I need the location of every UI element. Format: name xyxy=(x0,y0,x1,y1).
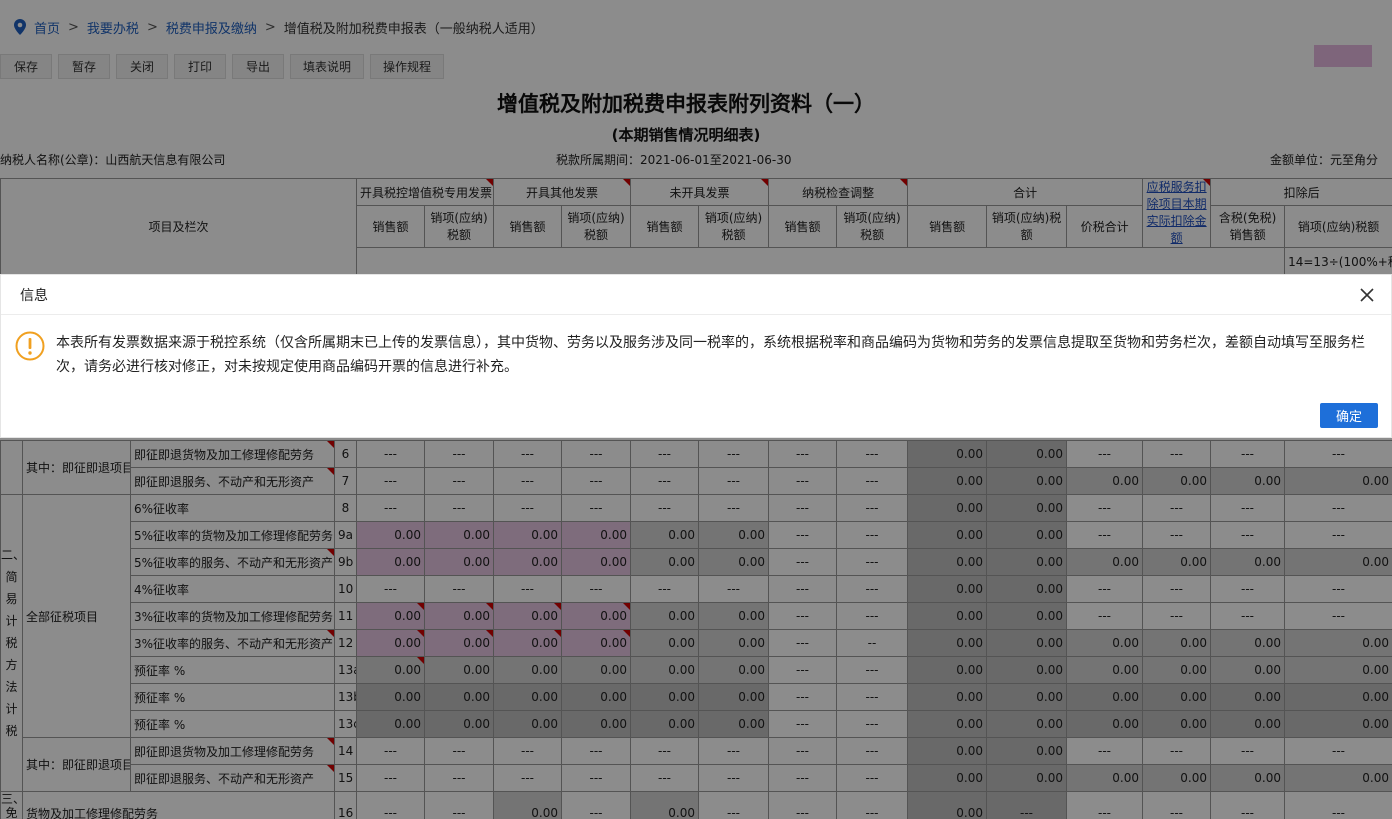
dialog-message: 本表所有发票数据来源于税控系统（仅含所属期末已上传的发票信息），其中货物、劳务以… xyxy=(56,335,1365,375)
dialog-title: 信息 xyxy=(20,287,48,304)
ok-button[interactable]: 确定 xyxy=(1320,403,1378,428)
page: 首页 > 我要办税 > 税费申报及缴纳 > 增值税及附加税费申报表（一般纳税人适… xyxy=(0,0,1392,819)
info-dialog: 信息 本表所有发票数据来源于税控系统（仅含所属期末已上传的发票信息），其中货物、… xyxy=(0,274,1392,438)
close-icon[interactable] xyxy=(1359,287,1375,303)
dialog-header: 信息 xyxy=(1,275,1391,315)
dialog-body: 本表所有发票数据来源于税控系统（仅含所属期末已上传的发票信息），其中货物、劳务以… xyxy=(15,331,1380,379)
warning-icon xyxy=(15,331,45,361)
